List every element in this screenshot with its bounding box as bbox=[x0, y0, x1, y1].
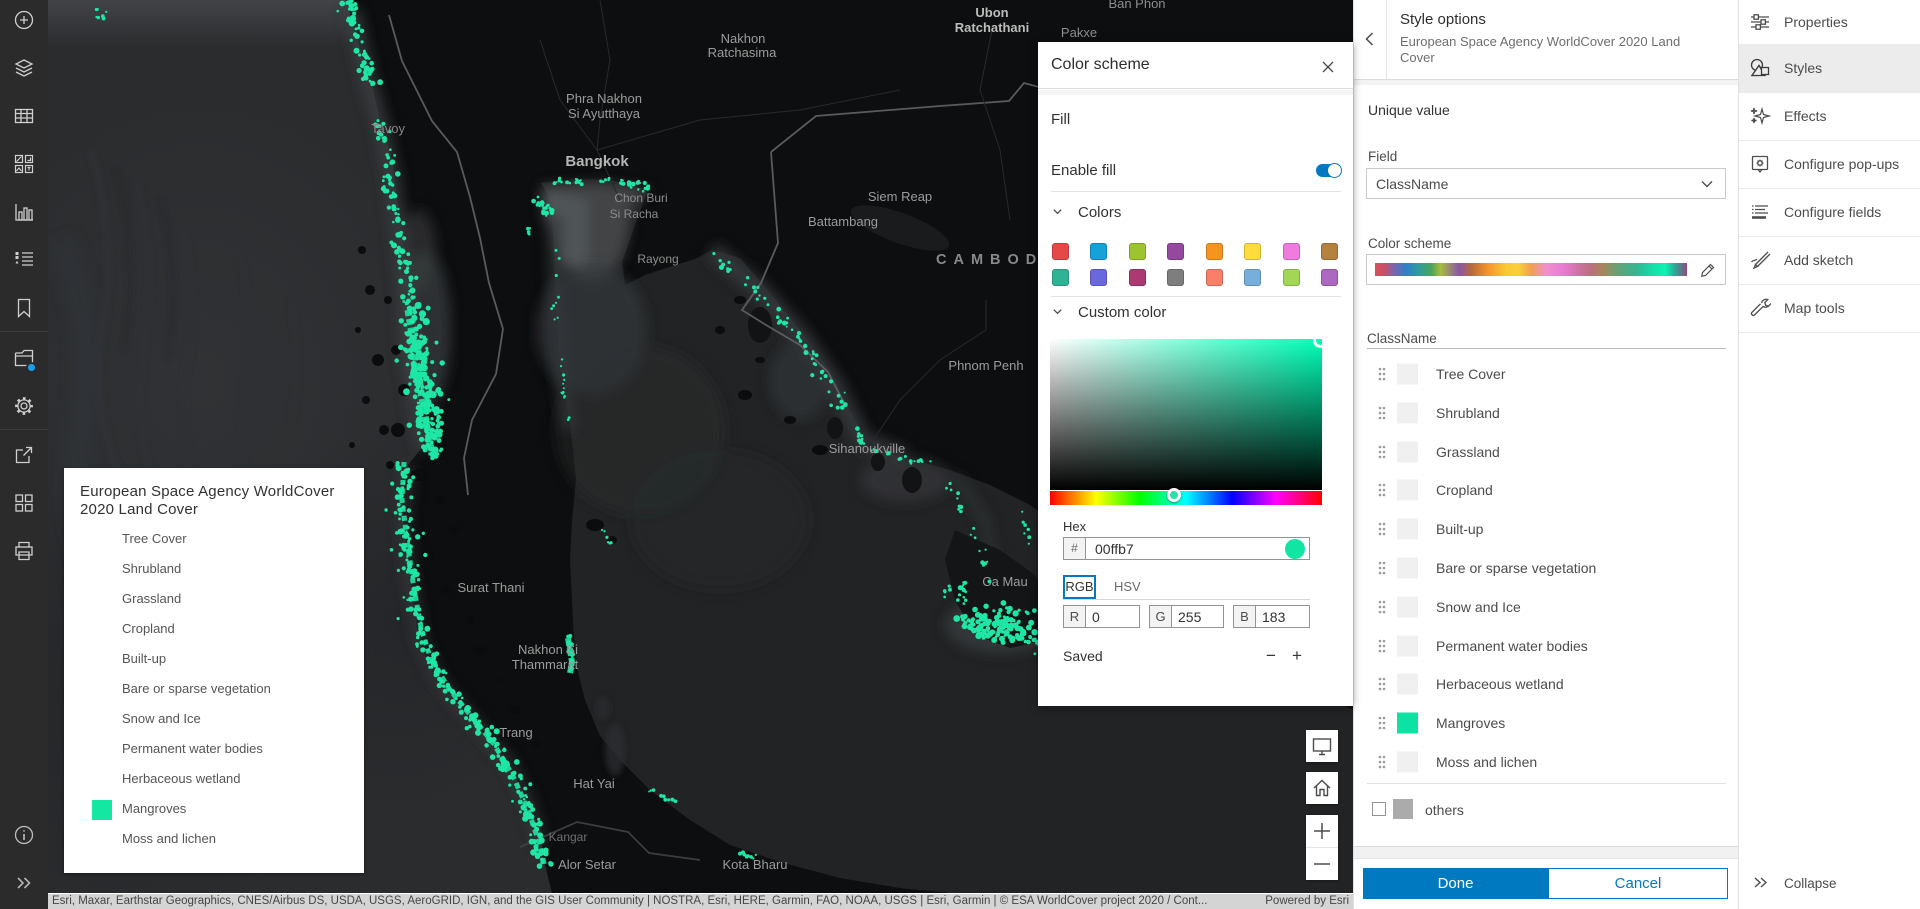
svg-text:Kota Bharu: Kota Bharu bbox=[722, 857, 787, 872]
svg-text:Pakxe: Pakxe bbox=[1061, 25, 1097, 40]
svg-text:Sihanoukville: Sihanoukville bbox=[829, 441, 906, 456]
svg-text:Tavoy: Tavoy bbox=[371, 121, 405, 136]
svg-text:Battambang: Battambang bbox=[808, 214, 878, 229]
svg-text:Alor Setar: Alor Setar bbox=[558, 857, 616, 872]
svg-text:Bangkok: Bangkok bbox=[565, 153, 629, 170]
svg-text:Phra Nakhon: Phra Nakhon bbox=[566, 91, 642, 106]
svg-text:Si Racha: Si Racha bbox=[610, 207, 659, 221]
svg-text:Kangar: Kangar bbox=[549, 830, 588, 844]
svg-text:Ban Phon: Ban Phon bbox=[1108, 0, 1165, 11]
svg-text:Ratchathani: Ratchathani bbox=[955, 20, 1029, 35]
svg-text:Ubon: Ubon bbox=[975, 5, 1008, 20]
svg-text:Hat Yai: Hat Yai bbox=[573, 776, 615, 791]
svg-text:Siem Reap: Siem Reap bbox=[868, 189, 932, 204]
svg-text:Ratchasima: Ratchasima bbox=[708, 45, 777, 60]
svg-text:Trang: Trang bbox=[499, 725, 532, 740]
svg-text:Surat Thani: Surat Thani bbox=[458, 580, 525, 595]
svg-text:Rayong: Rayong bbox=[637, 252, 678, 266]
svg-text:Chon Buri: Chon Buri bbox=[614, 191, 667, 205]
svg-text:Ca Mau: Ca Mau bbox=[982, 574, 1028, 589]
svg-text:Si Ayutthaya: Si Ayutthaya bbox=[568, 106, 641, 121]
svg-text:Nakhon: Nakhon bbox=[721, 31, 766, 46]
svg-text:Thammarat: Thammarat bbox=[512, 657, 579, 672]
svg-text:Nakhon Si: Nakhon Si bbox=[518, 642, 578, 657]
svg-text:Phnom Penh: Phnom Penh bbox=[948, 358, 1023, 373]
